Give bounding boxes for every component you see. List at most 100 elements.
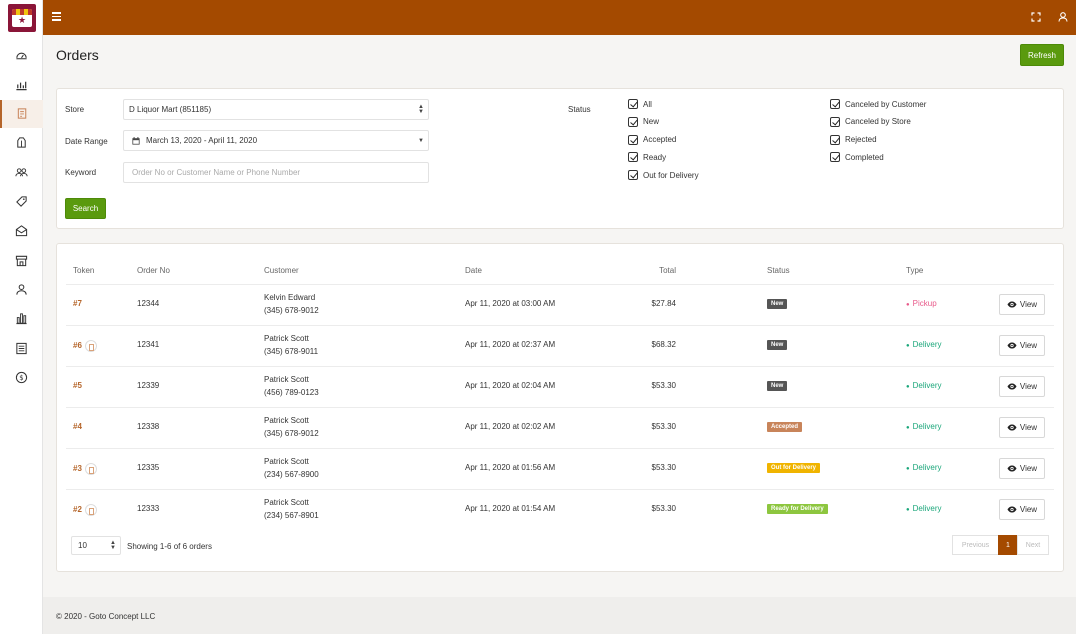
view-order-button[interactable]: View (999, 376, 1045, 397)
order-token[interactable]: #7 (73, 299, 82, 308)
view-order-button[interactable]: View (999, 458, 1045, 479)
order-type: Delivery (906, 381, 942, 390)
row-divider (66, 448, 1054, 449)
sidebar-item-customers[interactable] (0, 158, 43, 186)
dashboard-icon (16, 52, 27, 59)
view-button-label: View (1019, 464, 1038, 473)
view-order-button[interactable]: View (999, 417, 1045, 438)
refresh-button[interactable]: Refresh (1020, 44, 1064, 66)
order-token[interactable]: #3 (73, 464, 82, 473)
sidebar-item-chart[interactable] (0, 70, 43, 98)
previous-page-button[interactable]: Previous (952, 535, 999, 555)
order-total: $53.30 (651, 422, 676, 431)
store-logo-icon: ★ (12, 9, 32, 27)
user-profile-icon[interactable] (1057, 11, 1069, 23)
sidebar-item-dollar[interactable]: $ (0, 363, 43, 391)
status-checkbox-accepted[interactable]: Accepted (628, 134, 677, 145)
store-logo[interactable]: ★ (8, 4, 36, 32)
order-token[interactable]: #2 (73, 505, 82, 514)
status-checkbox-label: All (643, 99, 652, 109)
select-arrows-icon: ▲ ▼ (110, 540, 116, 551)
sidebar-item-orders[interactable] (0, 99, 43, 128)
status-checkbox-ready[interactable]: Ready (628, 152, 666, 163)
sidebar-item-tag[interactable] (0, 188, 43, 216)
menu-toggle-icon[interactable] (52, 12, 61, 21)
order-number: 12341 (137, 340, 160, 349)
status-badge: Ready for Delivery (767, 504, 828, 514)
view-order-button[interactable]: View (999, 335, 1045, 356)
status-checkbox-canceled-by-store[interactable]: Canceled by Store (830, 116, 911, 127)
order-token[interactable]: #6 (73, 341, 82, 350)
column-header-date: Date (465, 266, 482, 275)
order-total: $53.30 (651, 504, 676, 513)
sidebar-item-mail[interactable] (0, 217, 43, 245)
status-checkbox-out-for-delivery[interactable]: Out for Delivery (628, 170, 699, 181)
note-icon[interactable] (84, 463, 97, 475)
column-header-token: Token (73, 266, 95, 275)
status-badge: Out for Delivery (767, 463, 821, 473)
sidebar-item-products[interactable] (0, 129, 43, 157)
customer-phone: (345) 678-9012 (264, 306, 319, 315)
page-size-select[interactable]: 10 ▲ ▼ (71, 536, 121, 555)
search-button[interactable]: Search (65, 198, 106, 219)
dollar-icon: $ (15, 371, 28, 383)
footer: © 2020 - Goto Concept LLC (43, 597, 1076, 634)
date-range-picker[interactable]: March 13, 2020 - April 11, 2020 ▼ (123, 130, 429, 151)
token-cell: #3 (73, 463, 97, 475)
sidebar-item-reports[interactable] (0, 305, 43, 333)
view-order-button[interactable]: View (999, 499, 1045, 520)
order-token[interactable]: #4 (73, 422, 82, 431)
order-date: Apr 11, 2020 at 02:02 AM (465, 422, 556, 431)
note-icon[interactable] (84, 504, 97, 516)
next-page-button[interactable]: Next (1017, 535, 1049, 555)
order-type: Delivery (906, 463, 942, 472)
checkmark-icon (628, 170, 638, 181)
status-checkbox-rejected[interactable]: Rejected (830, 134, 877, 145)
sidebar-item-user[interactable] (0, 275, 43, 303)
copyright-text: © 2020 - Goto Concept LLC (56, 612, 156, 621)
checkmark-icon (830, 134, 840, 145)
orders-icon (17, 108, 27, 119)
sidebar-item-dashboard[interactable] (0, 41, 43, 69)
checkmark-icon (830, 152, 840, 163)
store-select[interactable]: D Liquor Mart (851185) ▲ ▼ (123, 99, 429, 120)
keyword-placeholder: Order No or Customer Name or Phone Numbe… (132, 168, 301, 177)
status-badge: New (767, 299, 788, 309)
order-date: Apr 11, 2020 at 03:00 AM (465, 299, 556, 308)
sidebar-item-store[interactable] (0, 246, 43, 274)
row-divider (66, 284, 1054, 285)
note-icon[interactable] (84, 340, 97, 352)
checkmark-icon (628, 116, 638, 127)
pagination-summary: Showing 1-6 of 6 orders (127, 542, 212, 551)
order-date: Apr 11, 2020 at 02:04 AM (465, 381, 556, 390)
status-checkbox-label: Accepted (643, 135, 677, 145)
keyword-input[interactable]: Order No or Customer Name or Phone Numbe… (123, 162, 429, 183)
status-checkbox-all[interactable]: All (628, 99, 652, 109)
view-button-label: View (1019, 505, 1038, 514)
eye-icon (1007, 383, 1017, 390)
status-checkbox-label: Canceled by Store (845, 117, 911, 127)
order-total: $27.84 (651, 299, 676, 308)
customers-icon (15, 168, 28, 176)
calendar-icon (132, 136, 140, 145)
customer-phone: (456) 789-0123 (264, 388, 319, 397)
status-checkbox-completed[interactable]: Completed (830, 152, 884, 163)
page-title: Orders (56, 47, 99, 63)
status-label: Status (568, 105, 591, 114)
sidebar-item-list[interactable] (0, 334, 43, 362)
eye-icon (1007, 506, 1017, 513)
page-1-button[interactable]: 1 (998, 535, 1018, 555)
store-select-value: D Liquor Mart (851185) (129, 105, 212, 114)
order-total: $53.30 (651, 463, 676, 472)
status-checkbox-label: New (643, 117, 660, 127)
order-token[interactable]: #5 (73, 381, 82, 390)
row-divider (66, 489, 1054, 490)
status-checkbox-canceled-by-customer[interactable]: Canceled by Customer (830, 99, 926, 109)
customer-phone: (234) 567-8900 (264, 470, 319, 479)
eye-icon (1007, 301, 1017, 308)
view-order-button[interactable]: View (999, 294, 1045, 315)
date-range-value: March 13, 2020 - April 11, 2020 (146, 136, 258, 145)
column-header-customer: Customer (264, 266, 299, 275)
fullscreen-icon[interactable] (1030, 11, 1042, 23)
status-checkbox-new[interactable]: New (628, 116, 660, 127)
